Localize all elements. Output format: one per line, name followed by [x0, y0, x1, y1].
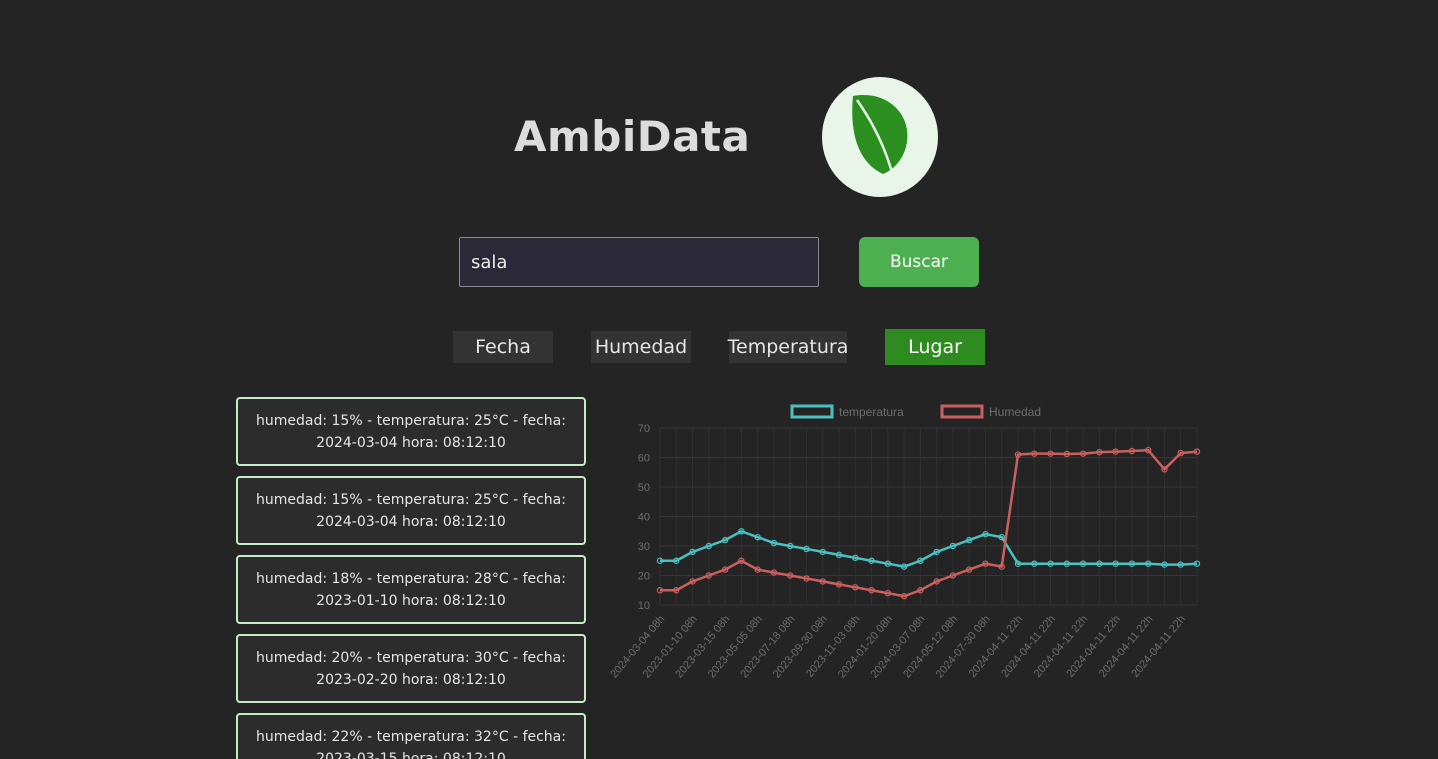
- legend-swatch-humedad: [940, 404, 984, 419]
- y-tick-label: 50: [638, 482, 650, 494]
- record-line-2: 2023-01-10 hora: 08:12:10: [316, 592, 506, 609]
- series-line-humedad: [660, 448, 1198, 598]
- y-tick-label: 10: [638, 600, 650, 612]
- filter-humedad-button[interactable]: Humedad: [591, 331, 691, 363]
- app-root: AmbiData Buscar Fecha Humedad Temperatur…: [0, 0, 1438, 759]
- legend-swatch-temperatura: [790, 404, 834, 419]
- record-card: humedad: 15% - temperatura: 25°C - fecha…: [236, 397, 586, 466]
- record-card: humedad: 15% - temperatura: 25°C - fecha…: [236, 476, 586, 545]
- leaf-icon: [849, 90, 911, 184]
- record-line-2: 2024-03-04 hora: 08:12:10: [316, 434, 506, 451]
- y-tick-label: 70: [638, 423, 650, 435]
- app-title: AmbiData: [514, 112, 751, 161]
- record-line-1: humedad: 15% - temperatura: 25°C - fecha…: [256, 412, 566, 429]
- sensor-line-chart: 102030405060702024-03-04 08h2023-01-10 0…: [608, 404, 1201, 680]
- record-text: humedad: 22% - temperatura: 32°C - fecha…: [256, 726, 566, 759]
- y-tick-label: 30: [638, 541, 650, 553]
- y-tick-label: 40: [638, 512, 650, 524]
- filter-lugar-button[interactable]: Lugar: [885, 329, 985, 365]
- record-line-2: 2024-03-04 hora: 08:12:10: [316, 513, 506, 530]
- record-card: humedad: 22% - temperatura: 32°C - fecha…: [236, 713, 586, 759]
- record-card: humedad: 20% - temperatura: 30°C - fecha…: [236, 634, 586, 703]
- filter-fecha-button[interactable]: Fecha: [453, 331, 553, 363]
- record-line-2: 2023-02-20 hora: 08:12:10: [316, 671, 506, 688]
- record-text: humedad: 15% - temperatura: 25°C - fecha…: [256, 410, 566, 454]
- record-line-1: humedad: 18% - temperatura: 28°C - fecha…: [256, 570, 566, 587]
- y-tick-label: 60: [638, 453, 650, 465]
- record-text: humedad: 15% - temperatura: 25°C - fecha…: [256, 489, 566, 533]
- record-text: humedad: 18% - temperatura: 28°C - fecha…: [256, 568, 566, 612]
- filter-temperatura-button[interactable]: Temperatura: [728, 331, 848, 363]
- y-tick-label: 20: [638, 571, 650, 583]
- search-button[interactable]: Buscar: [859, 237, 979, 287]
- records-list: humedad: 15% - temperatura: 25°C - fecha…: [236, 397, 586, 759]
- record-line-1: humedad: 20% - temperatura: 30°C - fecha…: [256, 649, 566, 666]
- record-line-1: humedad: 22% - temperatura: 32°C - fecha…: [256, 728, 566, 745]
- search-input[interactable]: [459, 237, 819, 287]
- record-line-1: humedad: 15% - temperatura: 25°C - fecha…: [256, 491, 566, 508]
- logo: [822, 77, 938, 197]
- record-text: humedad: 20% - temperatura: 30°C - fecha…: [256, 647, 566, 691]
- record-line-2: 2023-03-15 hora: 08:12:10: [316, 750, 506, 759]
- legend-label-temperatura: temperatura: [839, 405, 904, 419]
- legend-label-humedad: Humedad: [989, 405, 1041, 419]
- x-tick-label: 2024-03-04 08h: [608, 613, 667, 680]
- record-card: humedad: 18% - temperatura: 28°C - fecha…: [236, 555, 586, 624]
